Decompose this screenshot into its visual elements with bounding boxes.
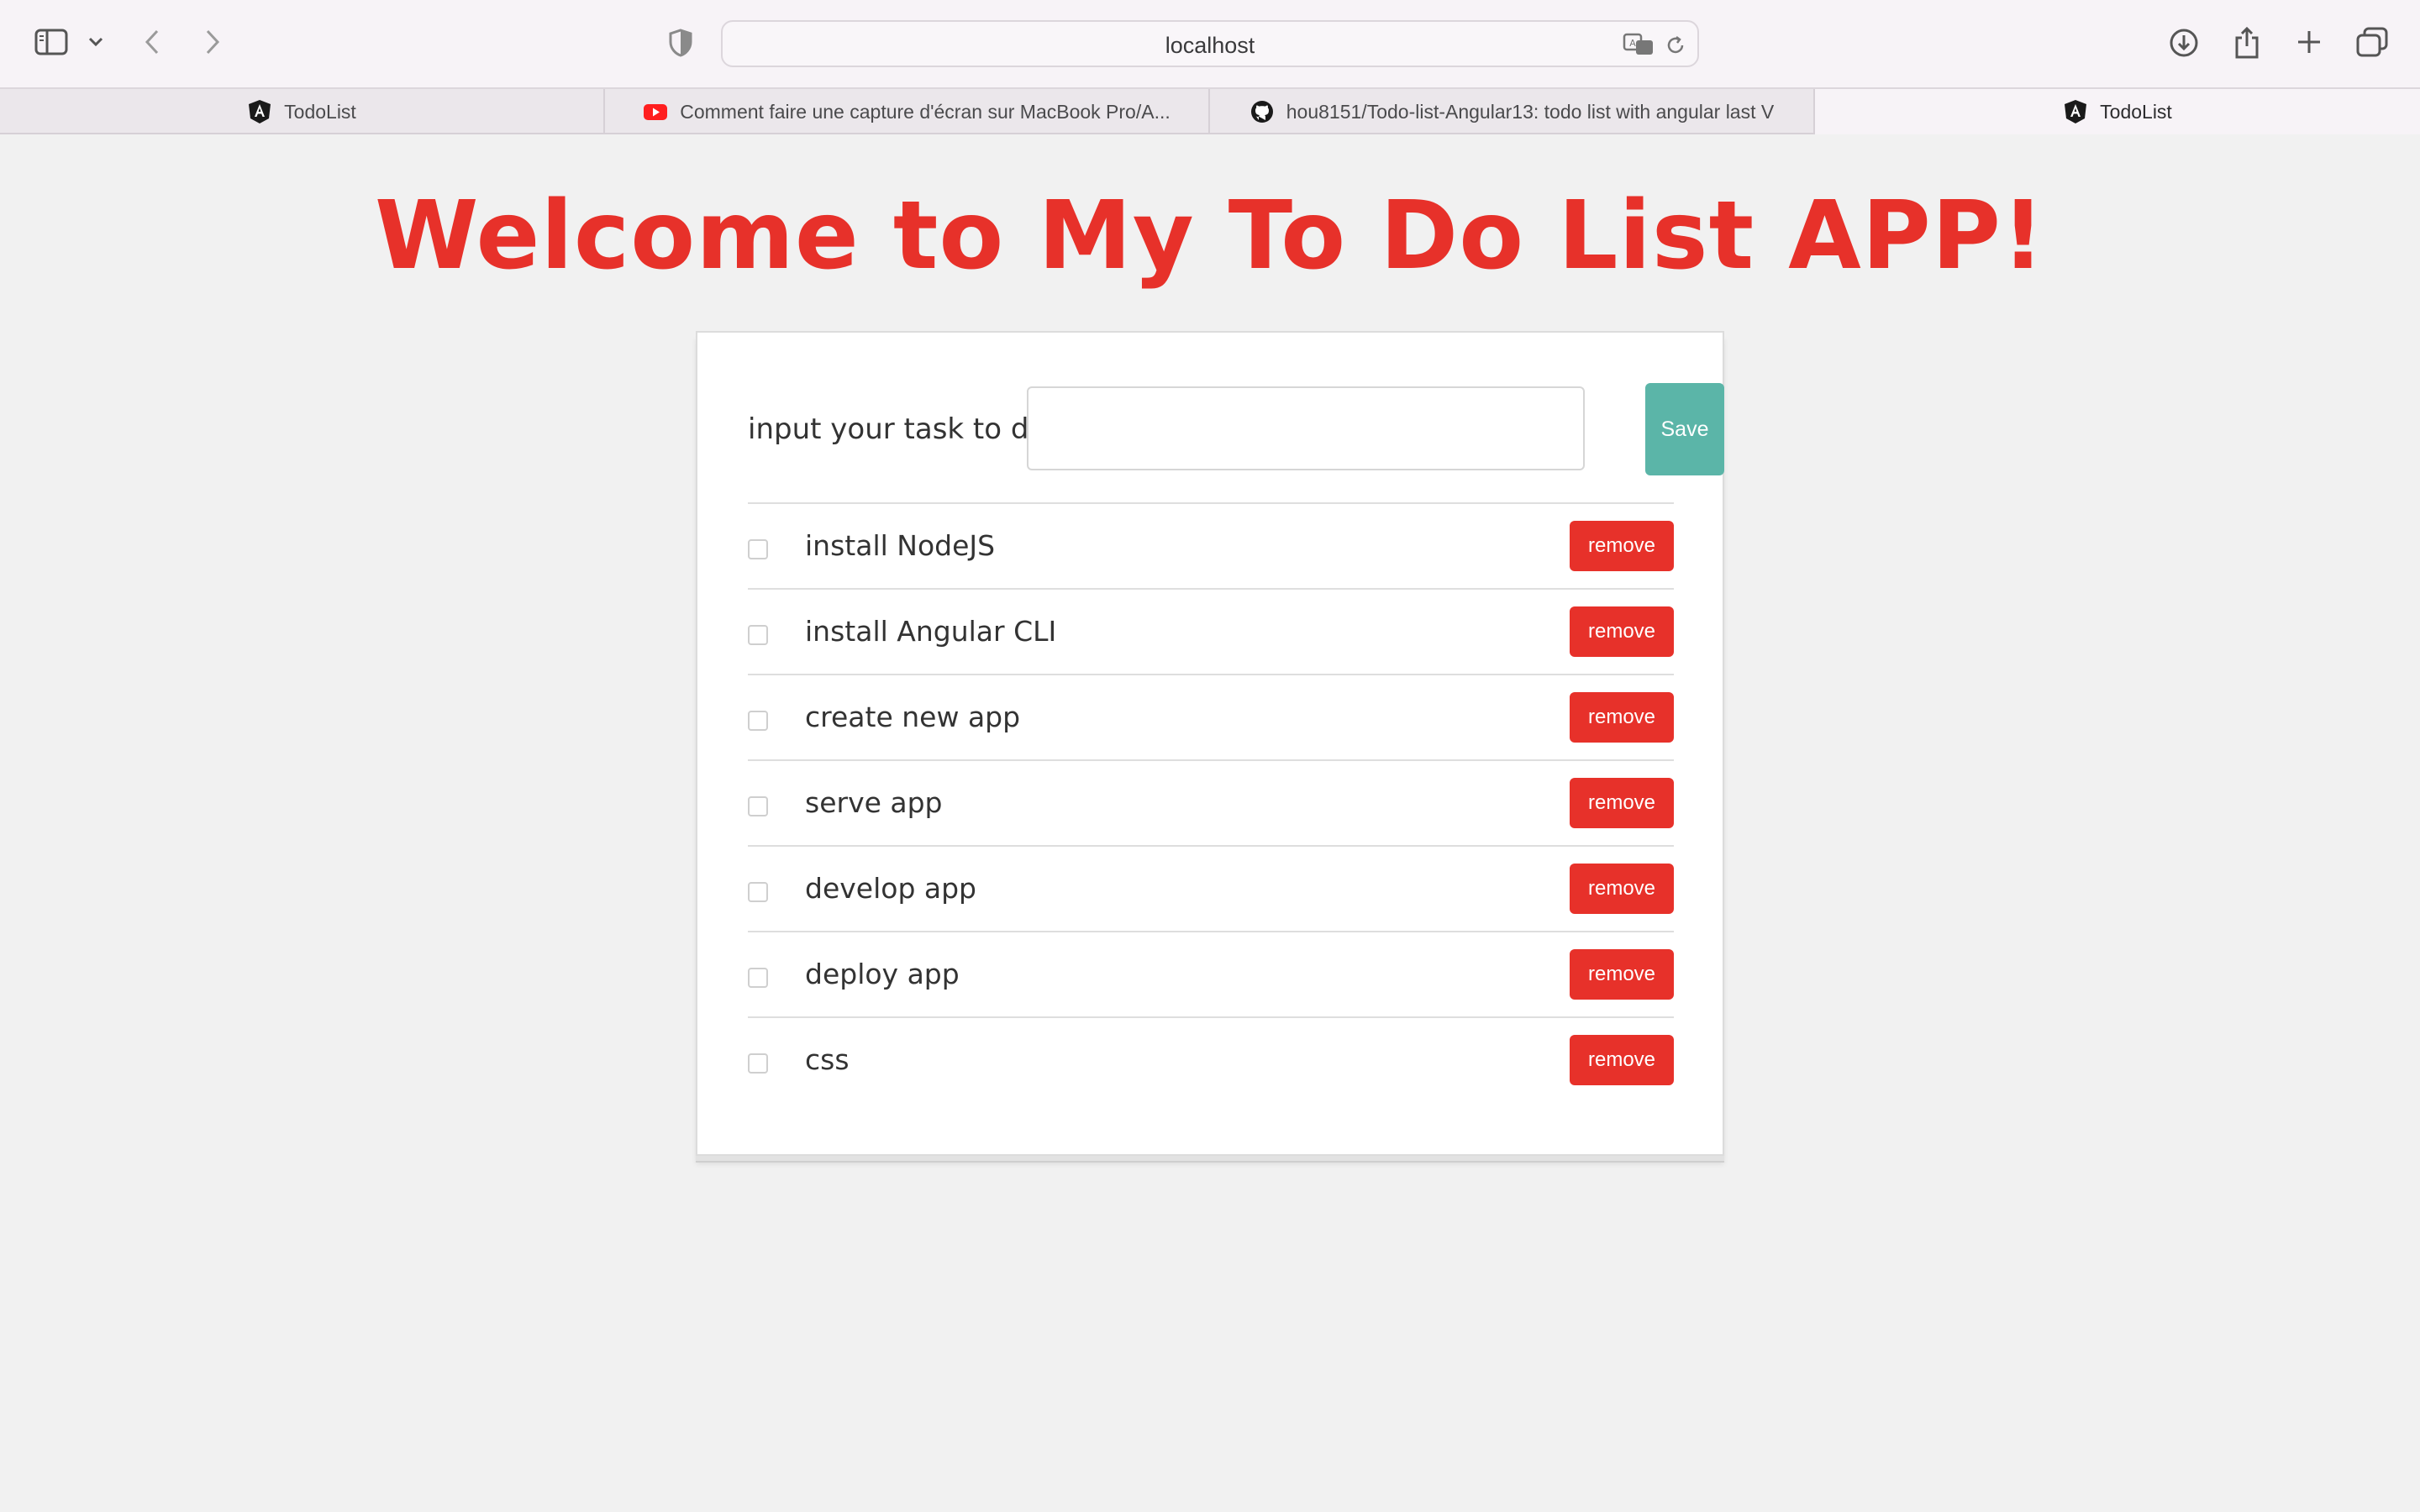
todo-checkbox[interactable]: [748, 796, 768, 816]
tab-todolist-active[interactable]: TodoList: [1815, 89, 2420, 134]
reload-icon[interactable]: [1664, 34, 1687, 57]
todo-text: install Angular CLI: [805, 615, 1057, 648]
task-input[interactable]: [1027, 386, 1585, 470]
page-content: Welcome to My To Do List APP! input your…: [0, 134, 2420, 1512]
angular-icon: [249, 100, 271, 123]
todo-list: install NodeJS remove install Angular CL…: [748, 502, 1674, 1102]
todo-item: install NodeJS remove: [748, 502, 1674, 588]
todo-item: create new app remove: [748, 674, 1674, 759]
new-tab-plus-icon[interactable]: [2292, 25, 2326, 59]
youtube-icon: [644, 104, 668, 120]
todo-text: develop app: [805, 872, 976, 905]
back-arrow-icon[interactable]: [139, 25, 165, 59]
tab-label: hou8151/Todo-list-Angular13: todo list w…: [1286, 100, 1775, 123]
address-bar[interactable]: localhost A: [721, 20, 1699, 67]
todo-item: serve app remove: [748, 759, 1674, 845]
todo-checkbox[interactable]: [748, 968, 768, 988]
remove-button[interactable]: remove: [1570, 606, 1674, 657]
save-button[interactable]: Save: [1645, 383, 1724, 475]
remove-button[interactable]: remove: [1570, 1035, 1674, 1085]
todo-item: develop app remove: [748, 845, 1674, 931]
task-input-row: input your task to do Save: [748, 383, 1724, 475]
todo-checkbox[interactable]: [748, 711, 768, 731]
translate-icon[interactable]: A: [1622, 32, 1655, 57]
github-icon: [1250, 101, 1273, 123]
todo-text: install NodeJS: [805, 529, 996, 562]
remove-button[interactable]: remove: [1570, 778, 1674, 828]
todo-text: deploy app: [805, 958, 960, 990]
task-input-label: input your task to do: [748, 412, 1047, 446]
tab-overview-icon[interactable]: [2354, 25, 2390, 59]
todo-text: css: [805, 1043, 850, 1076]
remove-button[interactable]: remove: [1570, 521, 1674, 571]
forward-arrow-icon[interactable]: [200, 25, 225, 59]
remove-button[interactable]: remove: [1570, 864, 1674, 914]
todo-checkbox[interactable]: [748, 882, 768, 902]
privacy-shield-icon[interactable]: [667, 27, 694, 59]
tab-todolist-1[interactable]: TodoList: [0, 89, 605, 134]
sidebar-toggle-icon[interactable]: [32, 25, 71, 59]
todo-item: install Angular CLI remove: [748, 588, 1674, 674]
tab-bar: TodoList Comment faire une capture d'écr…: [0, 87, 2420, 134]
todo-item: deploy app remove: [748, 931, 1674, 1016]
remove-button[interactable]: remove: [1570, 949, 1674, 1000]
tab-label: Comment faire une capture d'écran sur Ma…: [680, 100, 1171, 123]
tab-youtube[interactable]: Comment faire une capture d'écran sur Ma…: [605, 89, 1210, 134]
todo-checkbox[interactable]: [748, 1053, 768, 1074]
tab-github[interactable]: hou8151/Todo-list-Angular13: todo list w…: [1210, 89, 1815, 134]
todo-text: serve app: [805, 786, 943, 819]
todo-checkbox[interactable]: [748, 625, 768, 645]
url-text[interactable]: localhost: [723, 22, 1697, 69]
todo-checkbox[interactable]: [748, 539, 768, 559]
todo-text: create new app: [805, 701, 1021, 733]
chevron-down-icon[interactable]: [86, 30, 106, 54]
angular-icon: [2065, 100, 2087, 123]
remove-button[interactable]: remove: [1570, 692, 1674, 743]
svg-text:A: A: [1629, 38, 1636, 49]
tab-label: TodoList: [2100, 100, 2172, 123]
share-icon[interactable]: [2230, 24, 2264, 62]
todo-item: css remove: [748, 1016, 1674, 1102]
browser-toolbar: localhost A: [0, 0, 2420, 87]
page-title: Welcome to My To Do List APP!: [374, 181, 2046, 291]
download-icon[interactable]: [2166, 25, 2202, 60]
tab-label: TodoList: [284, 100, 356, 123]
todo-card: input your task to do Save install NodeJ…: [696, 331, 1724, 1156]
